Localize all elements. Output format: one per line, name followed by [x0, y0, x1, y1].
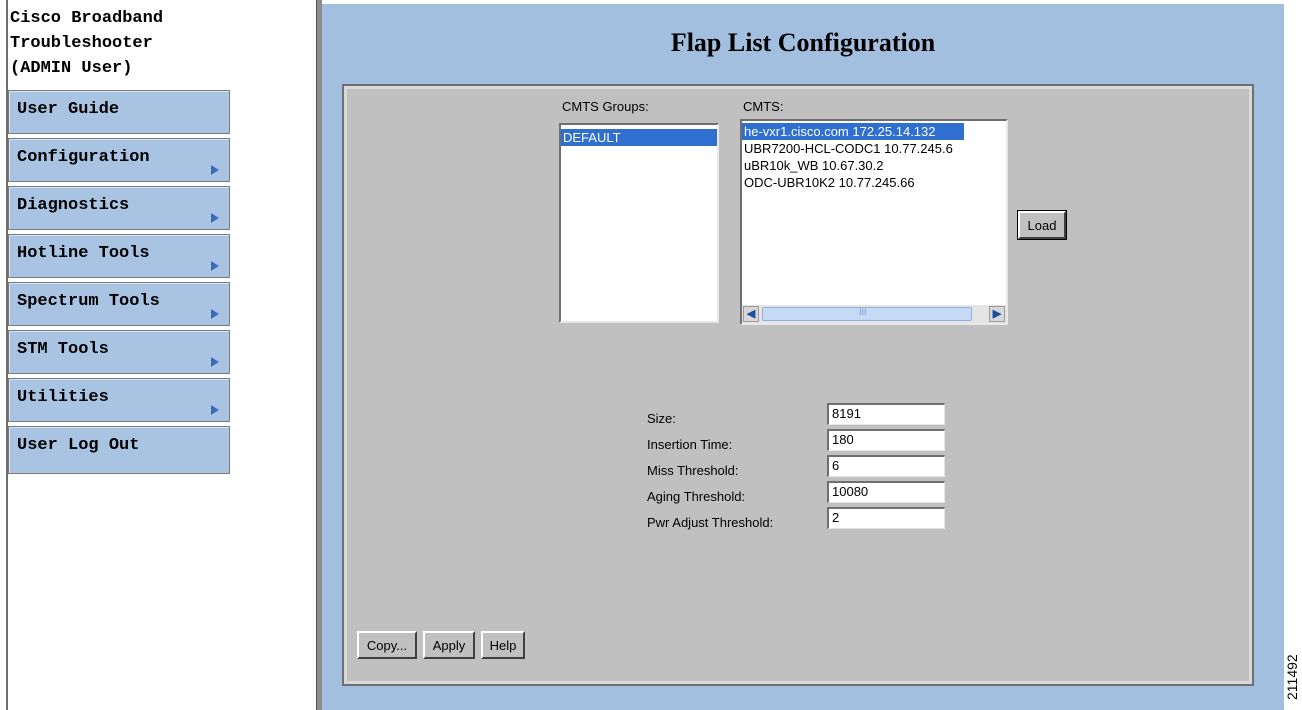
submenu-arrow-icon	[211, 213, 219, 223]
menu-item-label: Hotline Tools	[17, 244, 150, 263]
aging-threshold-field[interactable]: 10080	[827, 481, 945, 503]
list-item[interactable]: ODC-UBR10K2 10.77.245.66	[742, 174, 1006, 191]
miss-threshold-field[interactable]: 6	[827, 455, 945, 477]
app-title: Cisco Broadband Troubleshooter (ADMIN Us…	[10, 9, 164, 78]
cmts-groups-label: CMTS Groups:	[562, 99, 649, 114]
menu-item-label: User Log Out	[17, 436, 140, 455]
pwr-adjust-threshold-field[interactable]: 2	[827, 507, 945, 529]
miss-threshold-label: Miss Threshold:	[647, 463, 739, 478]
menu-item-stm-tools[interactable]: STM Tools	[8, 330, 230, 374]
load-button[interactable]: Load	[1017, 210, 1067, 240]
submenu-arrow-icon	[211, 357, 219, 367]
pwr-adjust-threshold-label: Pwr Adjust Threshold:	[647, 515, 774, 530]
aging-threshold-label: Aging Threshold:	[647, 489, 746, 504]
list-item[interactable]: uBR10k_WB 10.67.30.2	[742, 157, 1006, 174]
menu-item-label: Configuration	[17, 148, 150, 167]
menu-item-user-log-out[interactable]: User Log Out	[8, 426, 230, 474]
scroll-right-icon[interactable]: ▶	[989, 306, 1005, 322]
figure-id: 211492	[1284, 654, 1300, 700]
menu-item-label: Spectrum Tools	[17, 292, 160, 311]
scrollbar-grip-icon: III	[859, 307, 867, 317]
menu-item-label: STM Tools	[17, 340, 109, 359]
menu-item-configuration[interactable]: Configuration	[8, 138, 230, 182]
horizontal-scrollbar[interactable]: ◀ III ▶	[742, 305, 1006, 323]
submenu-arrow-icon	[211, 405, 219, 415]
cmts-label: CMTS:	[743, 99, 784, 114]
menu-item-utilities[interactable]: Utilities	[8, 378, 230, 422]
page-title: Flap List Configuration	[670, 28, 936, 57]
scrollbar-thumb[interactable]: III	[762, 307, 972, 321]
submenu-arrow-icon	[211, 309, 219, 319]
list-item[interactable]: he-vxr1.cisco.com 172.25.14.132	[742, 123, 964, 140]
insertion-time-label: Insertion Time:	[647, 437, 733, 452]
cmts-list[interactable]: he-vxr1.cisco.com 172.25.14.132 UBR7200-…	[740, 119, 1008, 325]
list-item[interactable]: UBR7200-HCL-CODC1 10.77.245.6	[742, 140, 1006, 157]
menu-item-label: Diagnostics	[17, 196, 130, 215]
size-field[interactable]: 8191	[827, 403, 945, 425]
list-item[interactable]: DEFAULT	[561, 129, 717, 146]
main-content: Flap List Configuration CMTS Groups: DEF…	[322, 4, 1284, 710]
menu-item-spectrum-tools[interactable]: Spectrum Tools	[8, 282, 230, 326]
menu-item-diagnostics[interactable]: Diagnostics	[8, 186, 230, 230]
submenu-arrow-icon	[211, 165, 219, 175]
sidebar-menu: User Guide Configuration Diagnostics Hot…	[8, 90, 230, 478]
menu-item-user-guide[interactable]: User Guide	[8, 90, 230, 134]
menu-item-label: Utilities	[17, 388, 109, 407]
config-panel: CMTS Groups: DEFAULT CMTS: he-vxr1.cisco…	[342, 84, 1254, 686]
size-label: Size:	[647, 411, 676, 426]
insertion-time-field[interactable]: 180	[827, 429, 945, 451]
menu-item-label: User Guide	[17, 100, 120, 119]
submenu-arrow-icon	[211, 261, 219, 271]
apply-button[interactable]: Apply	[423, 631, 475, 659]
cmts-groups-list[interactable]: DEFAULT	[559, 123, 719, 323]
scroll-left-icon[interactable]: ◀	[743, 306, 759, 322]
copy-button[interactable]: Copy...	[357, 631, 417, 659]
help-button[interactable]: Help	[481, 631, 525, 659]
menu-item-hotline-tools[interactable]: Hotline Tools	[8, 234, 230, 278]
